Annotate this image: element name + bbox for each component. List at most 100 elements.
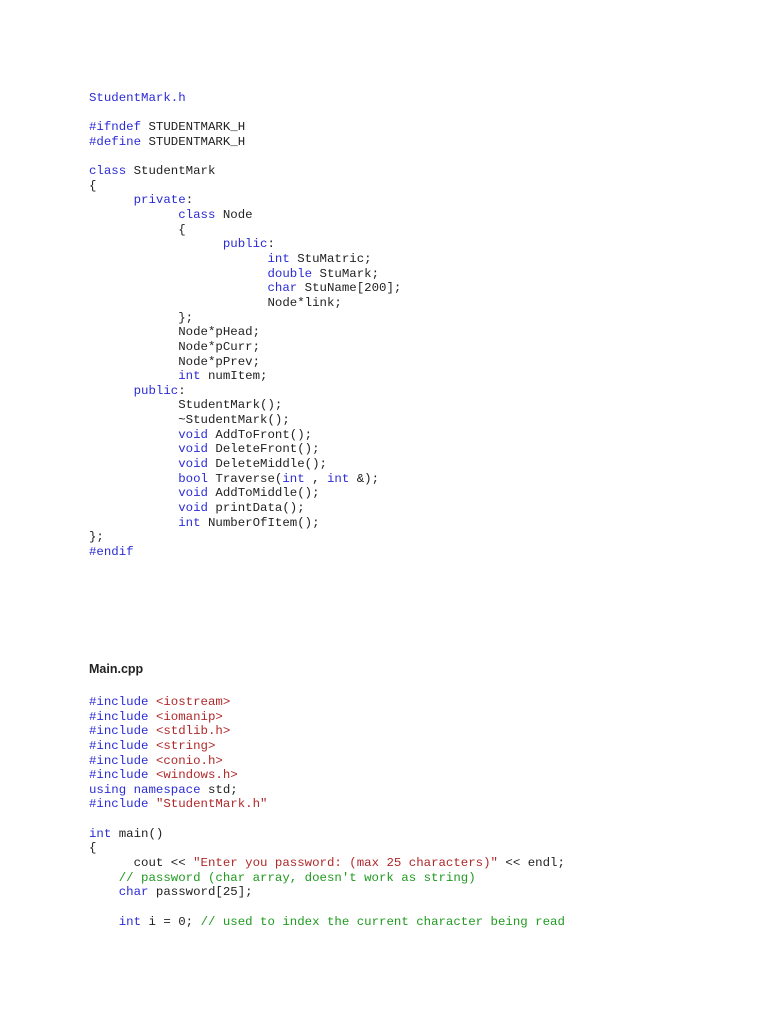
code-token: numItem; (200, 369, 268, 384)
code-line: Node*link; (89, 296, 401, 311)
code-token: #include (89, 738, 149, 753)
code-token: double (267, 266, 313, 281)
code-line: #define STUDENTMARK_H (89, 135, 401, 150)
code-token: <string> (155, 738, 216, 753)
code-token: Node*pHead; (89, 325, 261, 340)
code-line: { (89, 179, 401, 194)
code-token: StudentMark.h (89, 91, 186, 105)
code-token: #define (89, 134, 142, 149)
code-token: cout << (89, 856, 194, 871)
code-line: ~StudentMark(); (89, 413, 401, 428)
code-token: Node*pCurr; (89, 339, 261, 354)
code-line: int NumberOfItem(); (89, 516, 401, 531)
code-token: Traverse( (207, 471, 283, 486)
code-token: : (178, 383, 186, 398)
code-line: void AddToFront(); (89, 428, 401, 443)
code-line: { (89, 223, 401, 238)
code-token: int (178, 515, 201, 530)
code-line: int i = 0; // used to index the current … (89, 915, 565, 930)
code-token: #include (89, 695, 149, 709)
code-token: AddToFront(); (207, 427, 313, 442)
code-line: void DeleteFront(); (89, 442, 401, 457)
code-token: class (178, 208, 216, 223)
code-token: void (178, 457, 208, 472)
code-line: int numItem; (89, 369, 401, 384)
code-token: #include (89, 797, 149, 812)
code-token: int (89, 826, 112, 841)
code-token: <stdlib.h> (155, 724, 231, 739)
code-token: AddToMiddle(); (207, 486, 320, 501)
code-token: ~StudentMark(); (89, 413, 290, 428)
code-token: STUDENTMARK_H (141, 120, 246, 135)
code-token: void (178, 427, 208, 442)
code-token: int (326, 471, 350, 486)
code-token: class (89, 164, 127, 179)
code-line: int StuMatric; (89, 252, 401, 267)
code-token: Node (215, 208, 253, 223)
code-line: #include <windows.h> (89, 768, 565, 783)
code-line: Node*pCurr; (89, 340, 401, 355)
code-token: bool (178, 471, 208, 486)
code-token: Node*link; (89, 295, 342, 310)
code-line: class StudentMark (89, 164, 401, 179)
code-line: #include <iostream> (89, 695, 565, 710)
code-token: int (178, 369, 201, 384)
code-token: using (89, 782, 127, 797)
code-token: char (267, 281, 298, 296)
code-line: int main() (89, 827, 565, 842)
code-token: StudentMark (126, 164, 216, 179)
code-token: "StudentMark.h" (155, 797, 268, 812)
code-line: Node*pHead; (89, 325, 401, 340)
code-line: void printData(); (89, 501, 401, 516)
code-token: { (89, 178, 97, 193)
code-token: &); (349, 471, 380, 486)
code-token: }; (89, 310, 194, 325)
code-token: std; (200, 782, 238, 797)
code-line: char password[25]; (89, 885, 565, 900)
code-token: #endif (89, 544, 134, 559)
code-token: int (118, 914, 142, 929)
code-token: #include (89, 724, 149, 739)
code-token: #ifndef (89, 120, 142, 135)
code-token: StuName[200]; (297, 281, 402, 296)
code-token: StuMark; (312, 266, 380, 281)
code-line: bool Traverse(int , int &); (89, 472, 401, 487)
code-line: char StuName[200]; (89, 281, 401, 296)
code-line: #endif (89, 545, 401, 560)
code-token: i = 0; (141, 914, 201, 929)
code-line: class Node (89, 208, 401, 223)
code-token: <iomanip> (155, 709, 223, 724)
code-line: // password (char array, doesn't work as… (89, 871, 565, 886)
code-token: #include (89, 768, 149, 783)
code-token: NumberOfItem(); (200, 515, 320, 530)
code-line: using namespace std; (89, 783, 565, 798)
code-token: printData(); (207, 500, 305, 515)
code-token: STUDENTMARK_H (141, 134, 246, 149)
code-token: StudentMark(); (89, 398, 283, 413)
code-token: int (267, 252, 290, 267)
code-line: #include <iomanip> (89, 710, 565, 725)
code-token: <conio.h> (155, 753, 223, 768)
code-token: <windows.h> (155, 768, 238, 783)
code-line: void AddToMiddle(); (89, 486, 401, 501)
code-token: namespace (133, 782, 201, 797)
code-token: public (133, 383, 179, 398)
code-token: void (178, 442, 208, 457)
code-line: }; (89, 530, 401, 545)
code-token: <iostream> (155, 695, 231, 709)
code-line: public: (89, 237, 401, 252)
